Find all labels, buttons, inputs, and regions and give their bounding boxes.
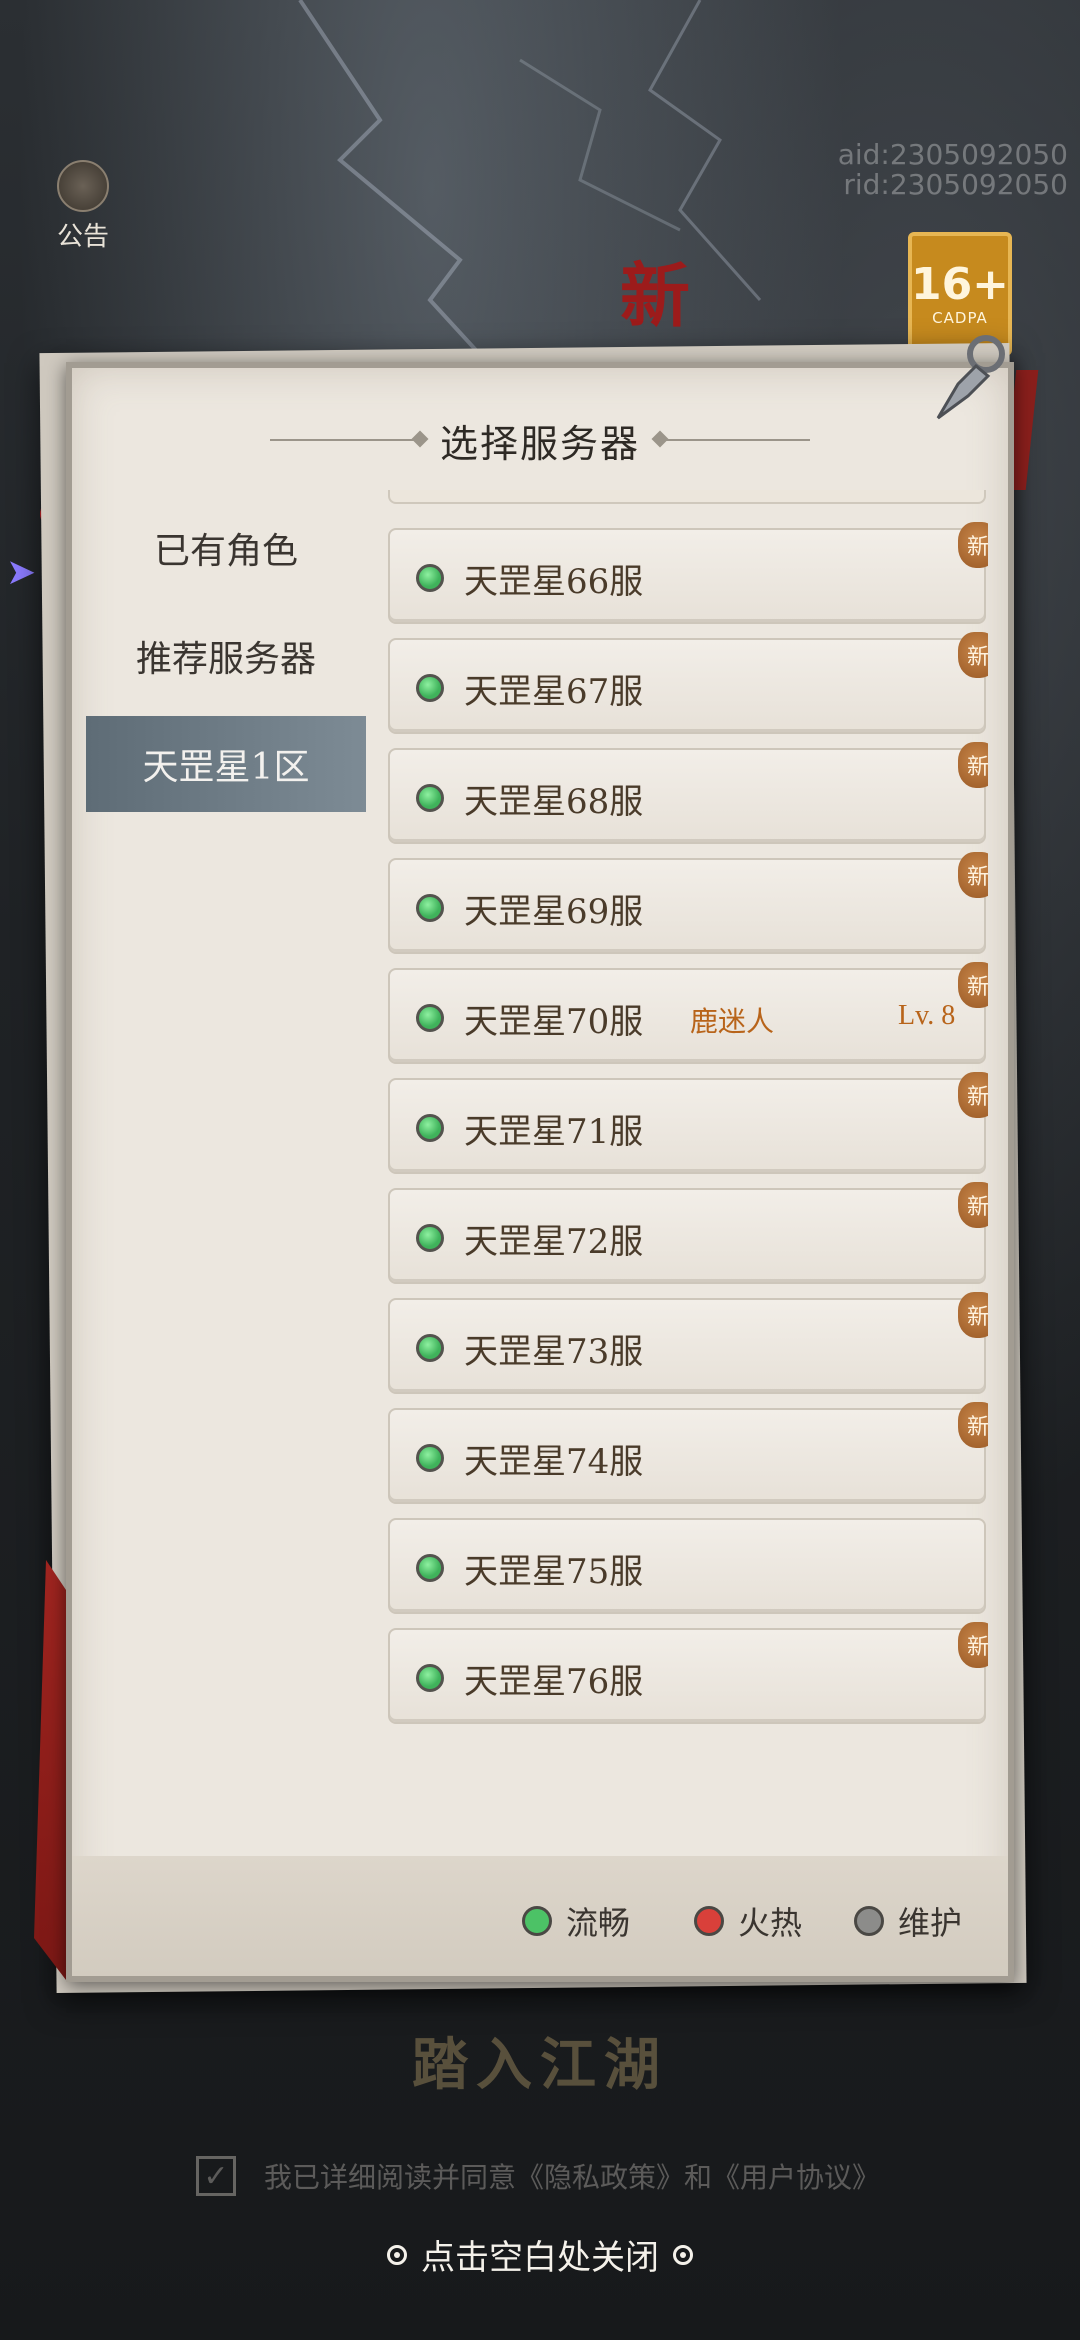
sidebar-item-label: 天罡星1区	[142, 747, 310, 788]
close-button[interactable]	[918, 326, 1018, 436]
new-badge: 新	[958, 852, 988, 898]
new-badge: 新	[958, 1072, 988, 1118]
sidebar-item-label: 推荐服务器	[135, 639, 316, 680]
status-smooth-icon	[416, 784, 444, 812]
dialog-header: 选择服务器	[72, 410, 1008, 470]
aid-text: aid:2305092050	[837, 138, 1068, 171]
dot-ring-icon	[673, 2244, 693, 2265]
status-smooth-icon	[416, 1004, 444, 1032]
status-smooth-icon	[416, 1444, 444, 1472]
server-row[interactable]: 天罡星75服	[388, 1518, 986, 1614]
server-row[interactable]: 天罡星66服 新	[388, 522, 988, 624]
close-hint-text: 点击空白处关闭	[421, 2238, 659, 2278]
server-row[interactable]: 天罡星74服 新	[388, 1402, 988, 1504]
agreement-row: ✓ 我已详细阅读并同意《隐私政策》和《用户协议》	[196, 2156, 880, 2196]
title-ornament-right	[660, 439, 810, 441]
server-list[interactable]: 天罡星66服 新 天罡星67服 新 天罡星68服 新 天罡星69服 新 天罡星7…	[388, 484, 988, 1724]
server-name: 天罡星75服	[464, 1552, 644, 1592]
notice-button[interactable]: 公告	[48, 160, 118, 260]
dialog-title: 选择服务器	[439, 421, 640, 466]
status-legend: 流畅 火热 维护	[72, 1856, 1008, 1976]
legend-label: 维护	[898, 1904, 963, 1942]
server-group-sidebar: 已有角色 推荐服务器 天罡星1区	[86, 500, 366, 824]
tap-blank-to-close[interactable]: 点击空白处关闭	[0, 2230, 1080, 2279]
sidebar-item-recommended[interactable]: 推荐服务器	[86, 608, 366, 704]
account-id-info: aid:2305092050 rid:2305092050	[838, 140, 1068, 200]
arrow-right-icon: ➤	[6, 552, 37, 593]
age-rating-number: 16+	[910, 259, 1010, 310]
server-name: 天罡星74服	[464, 1442, 644, 1482]
seal-decoration: 新	[620, 254, 690, 337]
sidebar-item-label: 已有角色	[153, 531, 298, 572]
server-name: 天罡星69服	[464, 892, 644, 932]
rid-text: rid:2305092050	[843, 168, 1068, 201]
status-smooth-icon	[522, 1906, 552, 1936]
server-row[interactable]: 天罡星70服 鹿迷人 Lv. 8 新	[388, 962, 988, 1064]
server-row[interactable]: 天罡星68服 新	[388, 742, 988, 844]
enter-game-title: 踏入江湖	[412, 2032, 668, 2098]
new-badge: 新	[958, 1402, 988, 1448]
status-smooth-icon	[416, 564, 444, 592]
title-ornament-left	[269, 439, 420, 441]
status-smooth-icon	[416, 1664, 444, 1692]
role-name: 鹿迷人	[690, 1005, 775, 1038]
server-row[interactable]: 天罡星76服 新	[388, 1622, 988, 1724]
server-row[interactable]: 天罡星72服 新	[388, 1182, 988, 1284]
agreement-text: 我已详细阅读并同意《隐私政策》和《用户协议》	[264, 2161, 881, 2194]
dagger-close-icon	[936, 335, 1005, 420]
server-name: 天罡星76服	[464, 1662, 644, 1702]
legend-item-maintenance: 维护	[854, 1898, 962, 1944]
server-row[interactable]: 天罡星67服 新	[388, 632, 988, 734]
new-badge: 新	[958, 1182, 988, 1228]
server-row[interactable]: 天罡星69服 新	[388, 852, 988, 954]
new-badge: 新	[958, 962, 988, 1008]
legend-item-smooth: 流畅	[522, 1898, 630, 1944]
dot-ring-icon	[387, 2244, 407, 2265]
new-badge: 新	[958, 632, 988, 678]
new-badge: 新	[958, 1292, 988, 1338]
server-row[interactable]: 天罡星73服 新	[388, 1292, 988, 1394]
notice-label: 公告	[56, 222, 109, 252]
server-name: 天罡星71服	[464, 1112, 644, 1152]
server-name: 天罡星68服	[464, 782, 644, 822]
agreement-checkbox[interactable]: ✓	[196, 2156, 236, 2196]
status-smooth-icon	[416, 894, 444, 922]
sidebar-item-tiangangxing-1[interactable]: 天罡星1区	[86, 716, 366, 812]
new-badge: 新	[958, 742, 988, 788]
status-smooth-icon	[416, 1554, 444, 1582]
new-badge: 新	[958, 522, 988, 568]
legend-label: 火热	[738, 1904, 803, 1942]
server-name: 天罡星66服	[464, 562, 644, 602]
status-smooth-icon	[416, 1114, 444, 1142]
status-maintenance-icon	[854, 1906, 884, 1936]
server-name: 天罡星73服	[464, 1332, 644, 1372]
new-badge: 新	[958, 1622, 988, 1668]
sidebar-item-existing-roles[interactable]: 已有角色	[86, 500, 366, 596]
age-rating-org: CADPA	[932, 309, 988, 327]
legend-item-hot: 火热	[694, 1898, 802, 1944]
server-name: 天罡星70服	[464, 1002, 644, 1042]
role-level: Lv. 8	[898, 1000, 956, 1031]
status-smooth-icon	[416, 1334, 444, 1362]
server-name: 天罡星72服	[464, 1222, 644, 1262]
legend-label: 流畅	[566, 1904, 631, 1942]
server-row[interactable]: 天罡星71服 新	[388, 1072, 988, 1174]
status-smooth-icon	[416, 674, 444, 702]
scroll-icon	[57, 160, 109, 212]
status-hot-icon	[694, 1906, 724, 1936]
server-name: 天罡星67服	[464, 672, 644, 712]
status-smooth-icon	[416, 1224, 444, 1252]
